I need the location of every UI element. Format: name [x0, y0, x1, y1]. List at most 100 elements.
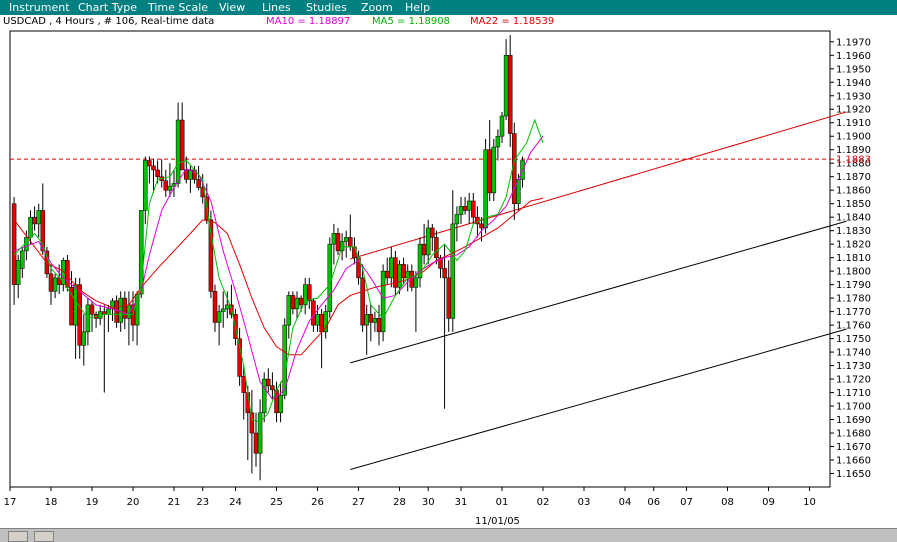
- candle-body-down: [487, 149, 492, 194]
- price-tick-label: 1.1910: [836, 118, 871, 129]
- candle-body-up: [257, 412, 263, 454]
- price-tick-label: 1.1760: [836, 321, 871, 332]
- price-tick-label: 1.1660: [836, 456, 871, 467]
- price-tick-label: 1.1860: [836, 186, 871, 197]
- candle-body-up: [118, 297, 123, 323]
- candle-body-up: [36, 210, 41, 225]
- candle-body-down: [48, 273, 54, 292]
- price-tick-label: 1.1870: [836, 172, 871, 183]
- ma22-legend: MA22 = 1.18539: [470, 16, 555, 27]
- candle-body-up: [331, 233, 337, 245]
- chart-legend: USDCAD , 4 Hours , # 106, Real-time data…: [0, 15, 897, 29]
- date-tick-label: 09: [762, 497, 775, 508]
- candle-body-down: [384, 270, 390, 279]
- candle-body-down: [442, 268, 447, 279]
- price-tick-label: 1.1740: [836, 348, 871, 359]
- candle: [483, 138, 488, 234]
- menu-zoom[interactable]: Zoom: [361, 0, 393, 15]
- candle-body-up: [261, 378, 267, 414]
- candle-body-down: [89, 304, 95, 315]
- price-tick-label: 1.1800: [836, 267, 871, 278]
- candle-body-up: [81, 331, 87, 346]
- candle-body-up: [73, 284, 78, 326]
- current-level-label: 1.1883: [836, 155, 871, 166]
- candle-body-down: [311, 300, 316, 326]
- date-tick-label: 25: [270, 497, 283, 508]
- candle-body-up: [458, 206, 464, 215]
- date-tick-label: 17: [4, 497, 17, 508]
- date-tick-label: 08: [721, 497, 734, 508]
- price-tick-label: 1.1780: [836, 294, 871, 305]
- price-tick-label: 1.1720: [836, 375, 871, 386]
- price-tick-label: 1.1930: [836, 91, 871, 102]
- price-tick-label: 1.1900: [836, 132, 871, 143]
- menu-studies[interactable]: Studies: [306, 0, 347, 15]
- candle-body-up: [425, 227, 431, 256]
- candle-body-down: [335, 233, 341, 252]
- date-tick-label: 20: [127, 497, 140, 508]
- candle-body-down: [360, 277, 365, 326]
- candle-body-up: [491, 146, 497, 194]
- candle-body-up: [343, 237, 349, 242]
- candle-body-up: [106, 308, 111, 315]
- candle-body-up: [278, 395, 283, 414]
- candle-body-up: [225, 304, 230, 310]
- candle: [282, 318, 287, 400]
- menu-time-scale[interactable]: Time Scale: [148, 0, 208, 15]
- candle-body-down: [430, 227, 435, 238]
- candle-body-up: [167, 185, 173, 191]
- candle-body-up: [405, 270, 410, 279]
- date-tick-label: 26: [311, 497, 324, 508]
- candle-body-up: [466, 200, 472, 211]
- candle-body-down: [114, 300, 119, 323]
- candle-body-down: [507, 55, 513, 134]
- candle-body-up: [175, 119, 181, 184]
- candle-body-down: [462, 206, 468, 211]
- candle-body-down: [401, 264, 406, 279]
- instrument-label: USDCAD , 4 Hours , # 106, Real-time data: [3, 16, 215, 27]
- date-tick-label: 04: [619, 497, 632, 508]
- menu-help[interactable]: Help: [405, 0, 430, 15]
- price-tick-label: 1.1650: [836, 469, 871, 480]
- candle-body-up: [503, 55, 509, 117]
- menu-view[interactable]: View: [219, 0, 245, 15]
- date-tick-label: 24: [229, 497, 242, 508]
- candle-body-up: [450, 223, 456, 319]
- candle-body-down: [446, 277, 451, 319]
- candle-body-down: [196, 179, 201, 188]
- date-tick-label: 23: [196, 497, 209, 508]
- date-tick-label: 27: [352, 497, 365, 508]
- candle-body-down: [266, 378, 271, 387]
- candle-body-down: [298, 297, 304, 306]
- candle: [491, 138, 497, 201]
- candle-body-down: [11, 203, 17, 285]
- menu-instrument[interactable]: Instrument: [9, 0, 70, 15]
- candle-body-down: [155, 169, 160, 177]
- candle-body-up: [216, 311, 222, 323]
- price-tick-label: 1.1790: [836, 280, 871, 291]
- candle-body-up: [220, 308, 226, 312]
- candle-body-up: [294, 297, 300, 310]
- candle-body-up: [339, 241, 345, 252]
- date-tick-label: 07: [680, 497, 693, 508]
- price-tick-label: 1.1670: [836, 442, 871, 453]
- date-tick-label: 03: [578, 497, 591, 508]
- price-chart[interactable]: 1.1970 1.1960 1.1950 1.1940 1.1930 1.1920 1.19…: [0, 29, 897, 528]
- candle-body-up: [454, 214, 460, 225]
- candle-body-down: [241, 376, 246, 393]
- date-tick-label: 21: [168, 497, 181, 508]
- candle-body-down: [307, 284, 312, 302]
- candle-body-up: [397, 264, 402, 288]
- candle-body-up: [52, 277, 58, 292]
- date-tick-label: 06: [647, 497, 660, 508]
- status-cell-2: [34, 531, 54, 542]
- menu-lines[interactable]: Lines: [262, 0, 291, 15]
- price-tick-label: 1.1850: [836, 199, 871, 210]
- candle-body-down: [290, 295, 296, 310]
- price-tick-label: 1.1710: [836, 388, 871, 399]
- price-tick-label: 1.1680: [836, 429, 871, 440]
- candle-body-up: [327, 243, 333, 312]
- date-axis-label: 11/01/05: [475, 516, 520, 527]
- price-tick-label: 1.1960: [836, 51, 871, 62]
- menu-chart-type[interactable]: Chart Type: [78, 0, 137, 15]
